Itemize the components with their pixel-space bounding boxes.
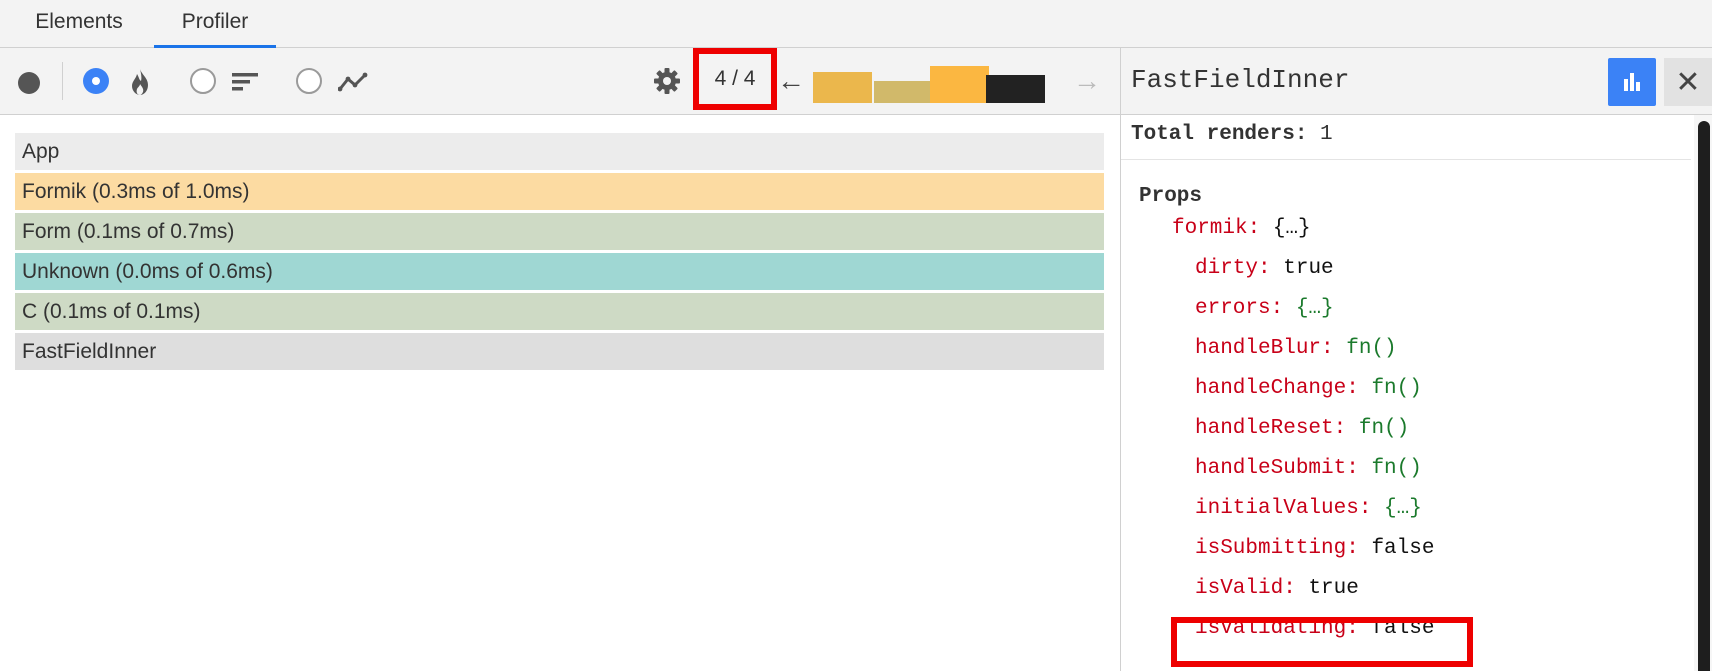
prop-key: handleReset: xyxy=(1195,417,1347,440)
prop-row[interactable]: dirty: true xyxy=(1195,257,1334,280)
commit-bar[interactable] xyxy=(930,66,989,103)
prop-value: {…} xyxy=(1295,297,1334,320)
flamegraph-radio[interactable] xyxy=(83,68,109,94)
commit-bar-chart xyxy=(813,48,1065,115)
prop-value: true xyxy=(1283,257,1334,280)
flame-icon[interactable] xyxy=(126,67,154,97)
commit-counter: 4 / 4 xyxy=(693,48,777,110)
ranked-icon[interactable] xyxy=(231,70,261,94)
prop-row[interactable]: handleReset: fn() xyxy=(1195,417,1409,440)
prev-commit-arrow-icon[interactable]: ← xyxy=(777,65,805,96)
prop-value: {…} xyxy=(1272,217,1311,240)
scrollbar[interactable] xyxy=(1694,115,1712,671)
flamegraph-row[interactable]: Formik (0.3ms of 1.0ms) xyxy=(15,173,1104,210)
prop-row[interactable]: isValid: true xyxy=(1195,577,1359,600)
flamegraph-row[interactable]: Unknown (0.0ms of 0.6ms) xyxy=(15,253,1104,290)
timeline-icon[interactable] xyxy=(337,70,369,94)
tab-bar: Elements Profiler xyxy=(0,0,1712,48)
prop-value: {…} xyxy=(1384,497,1422,520)
prop-key: isValid: xyxy=(1195,577,1296,600)
toolbar-divider xyxy=(62,62,63,100)
prop-row[interactable]: errors: {…} xyxy=(1195,297,1334,320)
commit-counter-label: 4 / 4 xyxy=(714,67,756,90)
prop-key: isSubmitting: xyxy=(1195,537,1359,560)
prop-value: fn() xyxy=(1371,457,1422,480)
commit-bar[interactable] xyxy=(986,75,1045,103)
prop-value: fn() xyxy=(1371,377,1422,400)
total-renders-label: Total renders: xyxy=(1131,123,1308,146)
total-renders-value: 1 xyxy=(1320,123,1333,146)
ranked-radio[interactable] xyxy=(190,68,216,94)
bar-chart-icon xyxy=(1624,73,1640,91)
prop-value: false xyxy=(1371,537,1435,560)
prop-key: dirty: xyxy=(1195,257,1271,280)
component-details-panel: Total renders: 1 Props formik: {…} dirty:… xyxy=(1120,115,1712,671)
prop-value: fn() xyxy=(1346,337,1397,360)
tab-profiler[interactable]: Profiler xyxy=(154,0,276,48)
commit-bar[interactable] xyxy=(874,81,933,103)
props-heading: Props xyxy=(1139,185,1203,208)
tab-elements[interactable]: Elements xyxy=(10,0,148,48)
prop-key: handleSubmit: xyxy=(1195,457,1359,480)
prop-key: initialValues: xyxy=(1195,497,1372,520)
prop-row[interactable]: initialValues: {…} xyxy=(1195,497,1422,520)
prop-row[interactable]: handleBlur: fn() xyxy=(1195,337,1397,360)
highlight-box xyxy=(1171,617,1473,667)
divider xyxy=(1121,159,1691,160)
prop-row[interactable]: handleChange: fn() xyxy=(1195,377,1422,400)
flamegraph-row[interactable]: App xyxy=(15,133,1104,170)
prop-key: formik: xyxy=(1172,217,1261,240)
scrollbar-thumb[interactable] xyxy=(1698,121,1710,671)
record-icon[interactable] xyxy=(18,72,40,94)
total-renders: Total renders: 1 xyxy=(1131,123,1333,146)
timeline-radio[interactable] xyxy=(296,68,322,94)
flamegraph-row[interactable]: FastFieldInner xyxy=(15,333,1104,370)
prop-value: true xyxy=(1308,577,1359,600)
prop-key: errors: xyxy=(1195,297,1284,320)
prop-key: handleChange: xyxy=(1195,377,1359,400)
next-commit-arrow-icon[interactable]: → xyxy=(1073,65,1101,96)
prop-key: handleBlur: xyxy=(1195,337,1334,360)
profiler-toolbar: 4 / 4 ← → xyxy=(0,48,1120,115)
flamegraph-row[interactable]: Form (0.1ms of 0.7ms) xyxy=(15,213,1104,250)
selected-component-title: FastFieldInner xyxy=(1131,65,1350,95)
selected-component-header: FastFieldInner ✕ xyxy=(1120,48,1712,115)
prop-row[interactable]: formik: {…} xyxy=(1172,217,1311,240)
prop-row[interactable]: isSubmitting: false xyxy=(1195,537,1434,560)
commit-bar[interactable] xyxy=(813,72,872,103)
prop-row[interactable]: handleSubmit: fn() xyxy=(1195,457,1422,480)
close-icon[interactable]: ✕ xyxy=(1664,58,1712,106)
component-chart-button[interactable] xyxy=(1608,58,1656,106)
prop-value: fn() xyxy=(1358,417,1410,440)
gear-icon[interactable] xyxy=(652,66,682,96)
flamegraph-row[interactable]: C (0.1ms of 0.1ms) xyxy=(15,293,1104,330)
